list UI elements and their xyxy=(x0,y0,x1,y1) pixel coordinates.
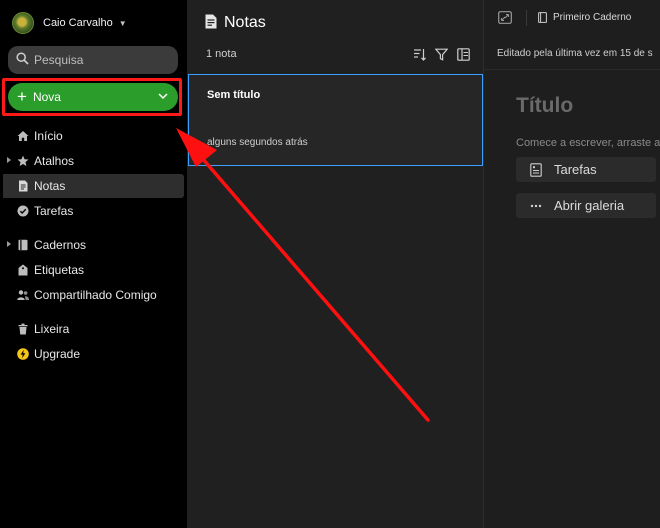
note-icon xyxy=(17,180,29,192)
note-editor: Primeiro Caderno Editado pela última vez… xyxy=(483,0,660,528)
account-switcher[interactable]: Caio Carvalho ▼ xyxy=(12,11,127,35)
note-title-input[interactable]: Título xyxy=(516,94,573,118)
sidebar-item-trash[interactable]: Lixeira xyxy=(0,317,184,341)
expand-caret-icon[interactable] xyxy=(7,241,11,247)
expand-caret-icon[interactable] xyxy=(7,157,11,163)
check-circle-icon xyxy=(17,205,29,217)
sidebar-item-label: Compartilhado Comigo xyxy=(34,288,157,302)
chip-label: Tarefas xyxy=(554,162,597,177)
more-icon xyxy=(530,199,542,213)
notebook-name: Primeiro Caderno xyxy=(553,12,632,23)
sidebar-item-shared[interactable]: Compartilhado Comigo xyxy=(0,283,184,307)
account-name: Caio Carvalho xyxy=(43,17,113,29)
sidebar-item-label: Notas xyxy=(34,179,66,193)
note-card[interactable]: Sem título alguns segundos atrás xyxy=(188,74,483,166)
sidebar-item-shortcuts[interactable]: Atalhos xyxy=(0,149,184,173)
sidebar-item-notes[interactable]: Notas xyxy=(3,174,184,198)
filter-icon[interactable] xyxy=(435,48,448,61)
sort-icon[interactable] xyxy=(413,48,426,61)
sidebar-item-label: Atalhos xyxy=(34,154,75,168)
sidebar-item-label: Cadernos xyxy=(34,238,87,252)
new-button-highlight xyxy=(2,78,182,116)
people-icon xyxy=(17,289,29,301)
task-doc-icon xyxy=(530,162,542,177)
avatar xyxy=(12,12,34,34)
page-title: Notas xyxy=(224,14,266,31)
search-icon xyxy=(16,52,29,68)
sidebar-item-label: Início xyxy=(34,129,63,143)
view-layout-icon[interactable] xyxy=(457,48,470,61)
last-edited-text: Editado pela última vez em 15 de s xyxy=(497,48,653,59)
trash-icon xyxy=(17,323,29,335)
sidebar-item-tasks[interactable]: Tarefas xyxy=(0,199,184,223)
home-icon xyxy=(17,130,29,142)
tasks-chip[interactable]: Tarefas xyxy=(516,157,656,182)
note-title: Sem título xyxy=(207,89,261,101)
tag-icon xyxy=(17,264,29,276)
sidebar-item-label: Tarefas xyxy=(34,204,74,218)
star-icon xyxy=(17,155,29,167)
lightning-icon xyxy=(17,348,29,360)
notebook-icon xyxy=(17,239,29,251)
search-box[interactable] xyxy=(8,46,178,74)
note-body-hint[interactable]: Comece a escrever, arraste a xyxy=(516,137,660,149)
sidebar-item-label: Etiquetas xyxy=(34,263,85,277)
notes-header: Notas xyxy=(205,14,266,32)
sidebar-item-label: Lixeira xyxy=(34,322,70,336)
divider xyxy=(484,69,660,70)
sidebar-item-tags[interactable]: Etiquetas xyxy=(0,258,184,282)
notes-list-panel: Notas 1 nota Sem título alguns segundos … xyxy=(187,0,483,528)
note-timestamp: alguns segundos atrás xyxy=(207,137,308,148)
sidebar-item-home[interactable]: Início xyxy=(0,124,184,148)
note-count: 1 nota xyxy=(206,48,237,60)
chip-label: Abrir galeria xyxy=(554,198,625,213)
sidebar-item-upgrade[interactable]: Upgrade xyxy=(0,342,184,366)
sidebar-item-notebooks[interactable]: Cadernos xyxy=(0,233,184,257)
sidebar-item-label: Upgrade xyxy=(34,347,81,361)
chevron-down-icon: ▼ xyxy=(118,18,127,28)
notebook-icon xyxy=(538,12,547,23)
sidebar: Caio Carvalho ▼ + Nova Início Atalhos No… xyxy=(0,0,187,528)
search-input[interactable] xyxy=(34,53,164,67)
open-gallery-chip[interactable]: Abrir galeria xyxy=(516,193,656,218)
divider xyxy=(526,10,527,26)
note-icon xyxy=(205,14,217,32)
expand-icon[interactable] xyxy=(498,11,512,24)
notebook-breadcrumb[interactable]: Primeiro Caderno xyxy=(538,12,631,23)
